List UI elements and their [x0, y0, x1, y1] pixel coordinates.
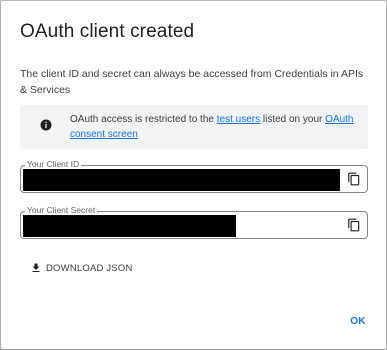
test-users-link[interactable]: test users — [217, 114, 260, 125]
info-notice: OAuth access is restricted to the test u… — [20, 105, 368, 149]
copy-icon[interactable] — [347, 172, 361, 186]
dialog-title: OAuth client created — [20, 21, 195, 42]
oauth-client-created-dialog: OAuth client created The client ID and s… — [1, 1, 386, 349]
notice-text: OAuth access is restricted to the test u… — [70, 113, 360, 142]
notice-prefix: OAuth access is restricted to the — [70, 114, 217, 125]
download-json-button[interactable]: DOWNLOAD JSON — [30, 260, 133, 276]
client-secret-redacted-value — [23, 215, 236, 237]
copy-icon[interactable] — [347, 218, 361, 232]
client-id-field[interactable]: Your Client ID — [20, 159, 368, 193]
info-icon — [40, 119, 52, 131]
download-icon — [32, 263, 40, 272]
client-id-redacted-value — [23, 169, 340, 191]
notice-middle: listed on your — [260, 114, 326, 125]
dialog-description: The client ID and secret can always be a… — [20, 68, 364, 96]
download-json-label: DOWNLOAD JSON — [46, 262, 133, 274]
ok-button[interactable]: OK — [344, 314, 372, 330]
client-secret-field[interactable]: Your Client Secret — [20, 205, 368, 239]
